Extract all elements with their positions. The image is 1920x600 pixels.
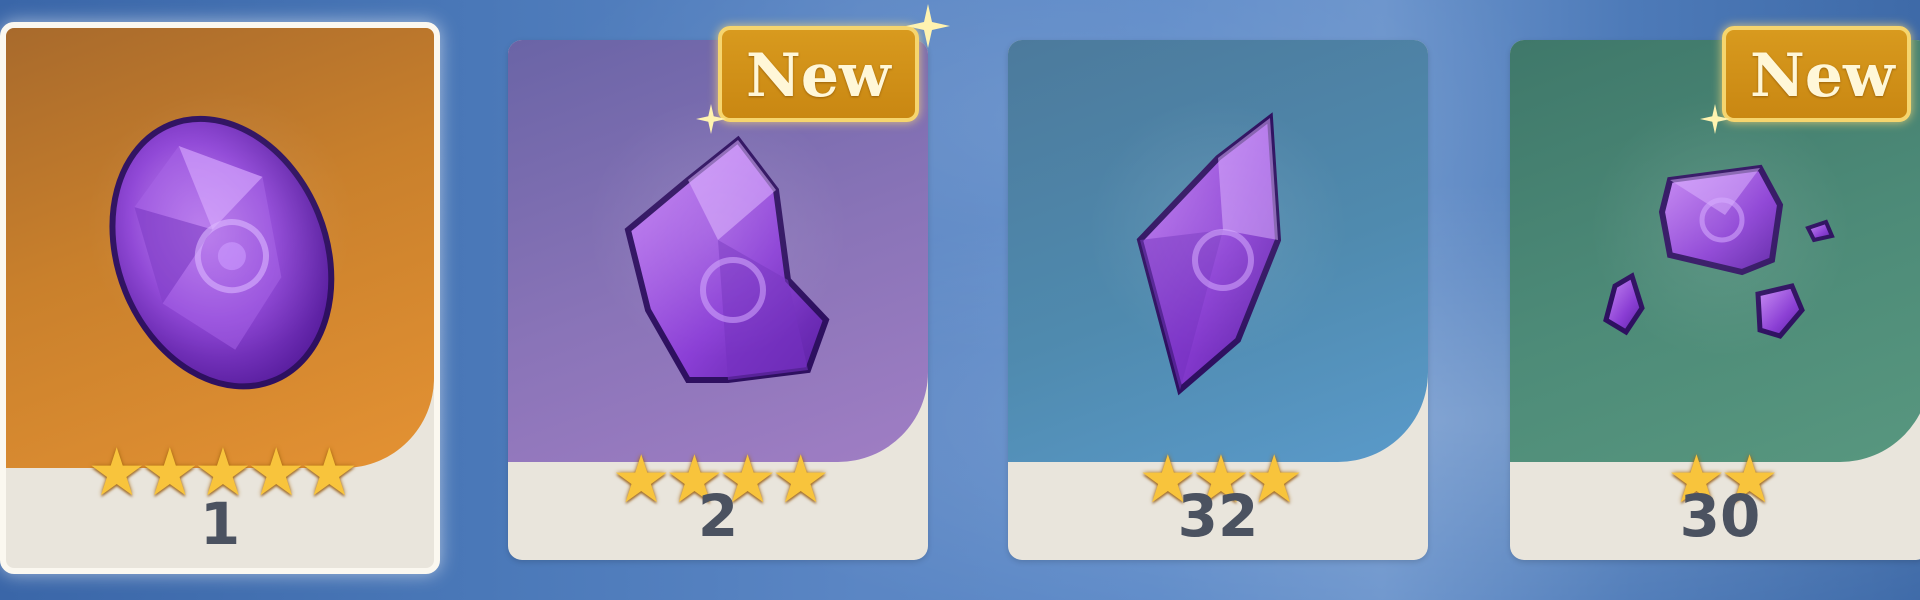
item-count: 2	[697, 482, 739, 550]
item-count: 1	[199, 490, 241, 558]
purple-gem-icon	[109, 115, 335, 390]
purple-gem-icon	[1136, 112, 1282, 396]
item-count: 30	[1679, 482, 1761, 550]
item-card-gemstone[interactable]: ★★★★★ 1	[0, 22, 440, 574]
item-card-background	[1008, 40, 1428, 462]
sparkle-icon	[696, 104, 726, 134]
new-badge: New	[718, 26, 919, 122]
sparkle-icon	[906, 4, 950, 48]
sparkle-icon	[1700, 104, 1730, 134]
item-card-background	[6, 28, 434, 468]
item-count: 32	[1177, 482, 1259, 550]
new-badge: New	[1722, 26, 1911, 122]
item-card-fragment[interactable]: ★★★ 32	[1008, 40, 1428, 560]
